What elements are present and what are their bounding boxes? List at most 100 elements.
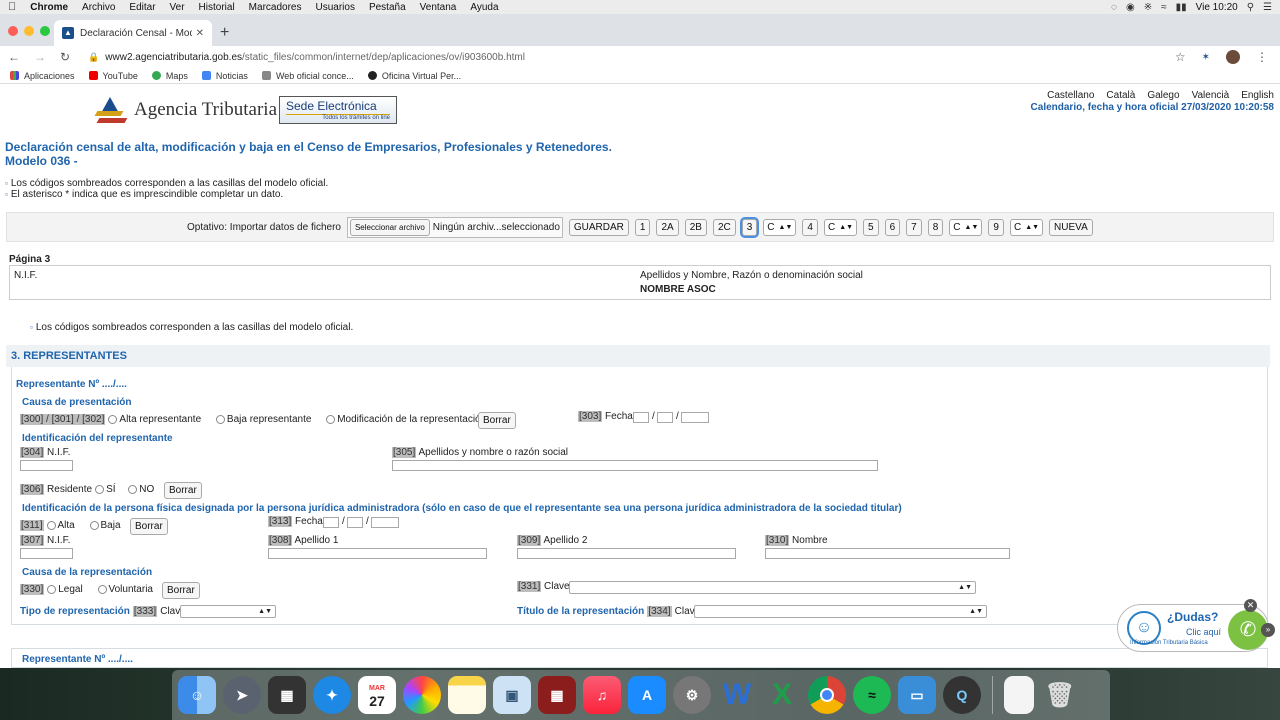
apellido1-308-input[interactable] [268,548,487,559]
page-5-button[interactable]: 5 [863,218,879,236]
tab-declaracion-censal[interactable]: ▲ Declaración Censal - Modelo 036 ✕ [54,20,212,46]
page-3-button[interactable]: 3 [739,216,760,238]
menu-historial[interactable]: Historial [199,2,235,13]
document-icon[interactable] [1004,676,1034,714]
apple-icon[interactable]:  [8,1,16,13]
page-3-copy-select[interactable]: C ▲▼ [763,218,797,236]
sync-icon[interactable]: ◌ [1111,2,1117,13]
menu-ventana[interactable]: Ventana [420,2,457,13]
residente-no-radio[interactable] [128,484,138,494]
quicktime-icon[interactable]: Q [943,676,981,714]
bookmark-youtube[interactable]: YouTube [88,71,138,81]
launchpad-icon[interactable]: ➤ [223,676,261,714]
bookmark-star-icon[interactable]: ☆ [1175,50,1186,64]
page-4-button[interactable]: 4 [802,218,818,236]
spotify-icon[interactable]: ≈ [853,676,891,714]
alta-representante-radio[interactable] [108,414,118,424]
apellido2-309-input[interactable] [517,548,736,559]
page-2a-button[interactable]: 2A [656,218,679,236]
wifi-icon[interactable]: ≈ [1161,2,1167,13]
clave-334-select[interactable]: ▲▼ [694,605,987,618]
system-preferences-icon[interactable]: ⚙ [673,676,711,714]
guardar-button[interactable]: GUARDAR [568,218,629,236]
sede-electronica-badge[interactable]: Sede Electrónica Todos los trámites on l… [279,96,397,124]
chrome-icon[interactable] [808,676,846,714]
trash-icon[interactable]: 🗑 [1041,676,1079,714]
borrar-causa-button[interactable]: Borrar [478,412,516,429]
bookmark-web-oficial[interactable]: Web oficial conce... [261,71,354,81]
display-icon[interactable]: ▭ [898,676,936,714]
zoom-window-button[interactable] [40,26,50,36]
clock[interactable]: Vie 10:20 [1196,2,1238,13]
back-icon[interactable]: ← [8,50,20,64]
reload-icon[interactable]: ↻ [60,50,70,64]
lang-valencia[interactable]: Valencià [1192,90,1230,101]
lock-icon[interactable]: 🔒 [88,52,99,63]
nif-304-input[interactable] [20,460,73,471]
close-tab-icon[interactable]: ✕ [196,28,204,39]
photo-slideshow-icon[interactable]: ▦ [538,676,576,714]
lang-galego[interactable]: Galego [1147,90,1179,101]
page-8-button[interactable]: 8 [927,218,944,236]
chevron-right-icon[interactable]: » [1261,623,1275,637]
file-input[interactable]: Seleccionar archivo Ningún archiv...sele… [346,216,563,238]
photos-icon[interactable] [403,676,441,714]
alta-311-radio[interactable] [46,520,56,530]
menu-ver[interactable]: Ver [170,2,185,13]
excel-icon[interactable]: X [763,676,801,714]
baja-representante-radio[interactable] [215,414,225,424]
menu-app[interactable]: Chrome [30,2,68,13]
menu-usuarios[interactable]: Usuarios [315,2,354,13]
baja-311-radio[interactable] [89,520,99,530]
menu-pestana[interactable]: Pestaña [369,2,406,13]
borrar-residente-button[interactable]: Borrar [164,482,202,499]
clave-331-select[interactable]: ▲▼ [569,581,976,594]
page-9-button[interactable]: 9 [988,218,1004,236]
page-1-button[interactable]: 1 [634,218,651,236]
photo-booth-icon[interactable]: ▦ [268,676,306,714]
battery-icon[interactable]: ▮▮ [1176,2,1187,13]
residente-si-radio[interactable] [95,484,105,494]
page-7-button[interactable]: 7 [906,218,922,236]
borrar-330-button[interactable]: Borrar [162,582,200,599]
music-icon[interactable]: ♫ [583,676,621,714]
close-icon[interactable]: ✕ [1244,599,1257,612]
agencia-logo[interactable]: Agencia Tributaria [94,95,277,125]
menu-marcadores[interactable]: Marcadores [249,2,302,13]
nif-307-input[interactable] [20,548,73,559]
nombre-310-input[interactable] [765,548,1010,559]
nueva-button[interactable]: NUEVA [1049,218,1093,236]
legal-330-radio[interactable] [47,584,57,594]
page-4-copy-select[interactable]: C ▲▼ [823,218,858,236]
page-9-copy-select[interactable]: C ▲▼ [1009,218,1044,236]
select-file-button[interactable]: Seleccionar archivo [349,218,430,236]
menu-kebab-icon[interactable]: ⋮ [1256,50,1268,64]
avatar[interactable] [1226,50,1240,64]
menu-archivo[interactable]: Archivo [82,2,115,13]
minimize-window-button[interactable] [24,26,34,36]
lang-castellano[interactable]: Castellano [1047,90,1094,101]
apellidos-305-input[interactable] [392,460,878,471]
fecha-313-month-input[interactable] [347,517,363,528]
extension-icon[interactable]: ✶ [1202,52,1210,63]
bookmark-oficina-virtual[interactable]: Oficina Virtual Per... [367,71,461,81]
page-2c-button[interactable]: 2C [712,218,736,236]
notification-center-icon[interactable]: ☰ [1263,2,1272,13]
modificacion-representacion-radio[interactable] [326,414,336,424]
fecha-303-year-input[interactable] [681,412,709,423]
fecha-303-month-input[interactable] [657,412,673,423]
page-6-button[interactable]: 6 [884,218,901,236]
dudas-help-widget[interactable]: ☺ ¿Dudas? Clic aquí Información Tributar… [1117,599,1275,652]
bluetooth-icon[interactable]: ※ [1144,2,1152,13]
bookmark-noticias[interactable]: Noticias [201,71,248,81]
voluntaria-330-radio[interactable] [97,584,107,594]
safari-icon[interactable]: ✦ [313,676,351,714]
menu-ayuda[interactable]: Ayuda [470,2,498,13]
new-tab-button[interactable]: + [220,24,229,42]
preview-icon[interactable]: ▣ [493,676,531,714]
word-icon[interactable]: W [718,676,756,714]
calendar-icon[interactable]: MAR 27 [358,676,396,714]
borrar-311-button[interactable]: Borrar [130,518,168,535]
lang-english[interactable]: English [1241,90,1274,101]
dudas-cta[interactable]: Clic aquí [1186,627,1221,637]
